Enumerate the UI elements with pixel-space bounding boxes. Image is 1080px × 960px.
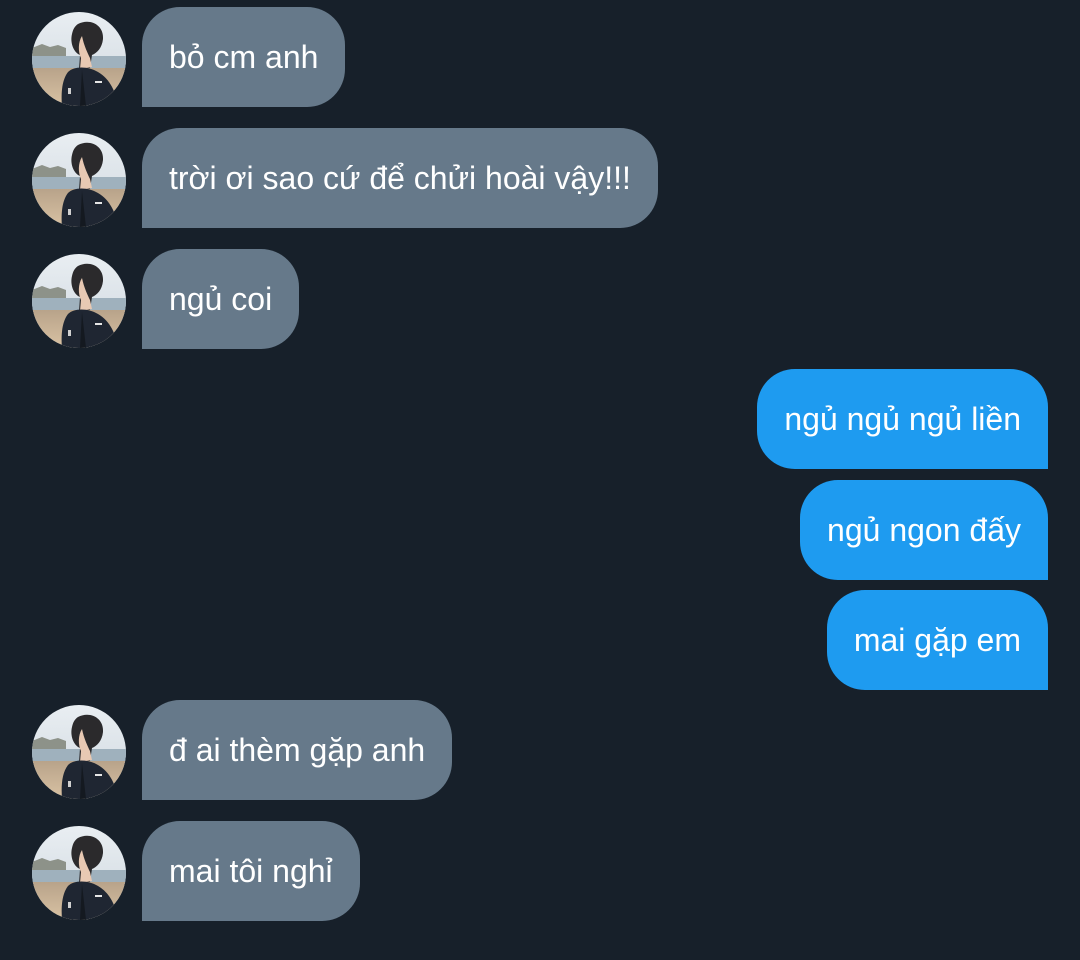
user-avatar-icon [32, 826, 126, 920]
outgoing-message-bubble[interactable]: mai gặp em [826, 590, 1048, 690]
message-row: bỏ cm anh [0, 7, 1080, 107]
incoming-message-bubble[interactable]: ngủ coi [142, 249, 300, 349]
message-row: mai tôi nghỉ [0, 821, 1080, 921]
incoming-message-bubble[interactable]: đ ai thèm gặp anh [142, 700, 453, 800]
incoming-message-bubble[interactable]: trời ơi sao cứ để chửi hoài vậy!!! [142, 128, 658, 228]
message-row: ngủ ngủ ngủ liền [0, 369, 1080, 469]
avatar[interactable] [32, 133, 126, 227]
outgoing-message-bubble[interactable]: ngủ ngủ ngủ liền [757, 369, 1048, 469]
user-avatar-icon [32, 133, 126, 227]
user-avatar-icon [32, 705, 126, 799]
avatar[interactable] [32, 826, 126, 920]
outgoing-message-bubble[interactable]: ngủ ngon đấy [800, 480, 1048, 580]
message-row: ngủ ngon đấy [0, 480, 1080, 580]
avatar[interactable] [32, 12, 126, 106]
message-row: trời ơi sao cứ để chửi hoài vậy!!! [0, 128, 1080, 228]
user-avatar-icon [32, 12, 126, 106]
incoming-message-bubble[interactable]: mai tôi nghỉ [142, 821, 360, 921]
incoming-message-bubble[interactable]: bỏ cm anh [142, 7, 346, 107]
user-avatar-icon [32, 254, 126, 348]
message-row: ngủ coi [0, 249, 1080, 349]
avatar[interactable] [32, 705, 126, 799]
message-row: đ ai thèm gặp anh [0, 700, 1080, 800]
avatar[interactable] [32, 254, 126, 348]
chat-thread: bỏ cm anh trời ơi sao cứ để chửi hoài vậ… [0, 0, 1080, 960]
message-row: mai gặp em [0, 590, 1080, 690]
